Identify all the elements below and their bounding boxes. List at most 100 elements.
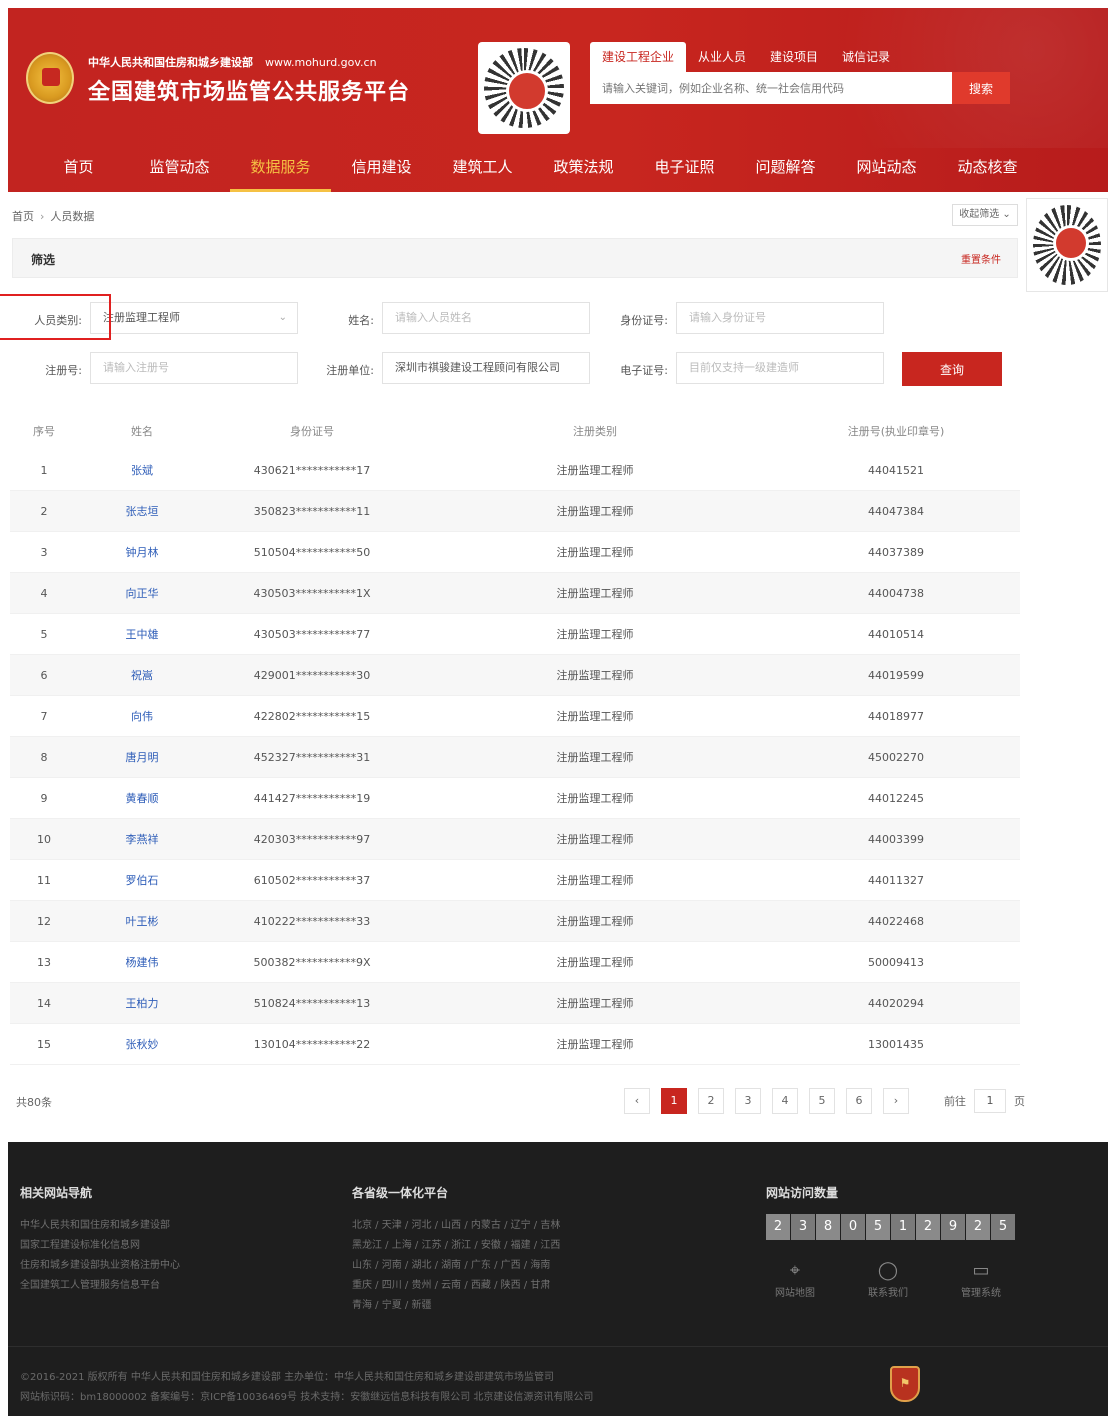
chevron-down-icon: ⌄ (1002, 209, 1011, 220)
cell-name[interactable]: 杨建伟 (78, 954, 206, 970)
cell-name[interactable]: 张斌 (78, 462, 206, 478)
cell-name[interactable]: 罗伯石 (78, 872, 206, 888)
cell-id-number: 422802***********15 (253, 709, 371, 723)
cell-name[interactable]: 向伟 (78, 708, 206, 724)
page-button-4[interactable]: 4 (772, 1088, 798, 1114)
cell-id-number: 420303***********97 (253, 832, 371, 846)
cell-name[interactable]: 王中雄 (78, 626, 206, 642)
search-tab-project[interactable]: 建设项目 (758, 42, 830, 72)
search-tab-credit[interactable]: 诚信记录 (830, 42, 902, 72)
name-input[interactable]: 请输入人员姓名 (382, 302, 590, 334)
nav-item-policy[interactable]: 政策法规 (533, 146, 634, 192)
counter-digit: 2 (916, 1214, 940, 1240)
category-select[interactable]: 注册监理工程师 ⌄ (90, 302, 298, 334)
monitor-icon: ▭ (972, 1260, 990, 1281)
id-number-input[interactable]: 请输入身份证号 (676, 302, 884, 334)
reset-filter-link[interactable]: 重置条件 (961, 251, 1001, 266)
nav-item-site-news[interactable]: 网站动态 (836, 146, 937, 192)
cell-name[interactable]: 王柏力 (78, 995, 206, 1011)
query-button[interactable]: 查询 (902, 352, 1002, 386)
cell-category: 注册监理工程师 (556, 956, 634, 969)
province-links-line[interactable]: 北京 / 天津 / 河北 / 山西 / 内蒙古 / 辽宁 / 吉林 (352, 1216, 560, 1236)
contact-us-button[interactable]: ◯ 联系我们 (853, 1260, 923, 1299)
collapse-filter-button[interactable]: 收起筛选 ⌄ (952, 204, 1018, 226)
e-cert-input[interactable]: 目前仅支持一级建造师 (676, 352, 884, 384)
site-map-button[interactable]: ⌖ 网站地图 (760, 1260, 830, 1299)
nav-item-credit[interactable]: 信用建设 (331, 146, 432, 192)
breadcrumb-current: 人员数据 (50, 210, 95, 223)
cell-name[interactable]: 唐月明 (78, 749, 206, 765)
cell-index: 2 (40, 504, 48, 518)
cell-registration-number: 50009413 (868, 955, 924, 969)
cell-name[interactable]: 向正华 (78, 585, 206, 601)
ministry-url[interactable]: www.mohurd.gov.cn (265, 56, 377, 69)
cell-id-number: 429001***********30 (253, 668, 371, 682)
nav-item-workers[interactable]: 建筑工人 (432, 146, 533, 192)
province-links-line[interactable]: 黑龙江 / 上海 / 江苏 / 浙江 / 安徽 / 福建 / 江西 (352, 1236, 560, 1256)
search-tabs: 建设工程企业 从业人员 建设项目 诚信记录 (590, 42, 1012, 72)
admin-system-button[interactable]: ▭ 管理系统 (946, 1260, 1016, 1299)
cell-category: 注册监理工程师 (556, 792, 634, 805)
prev-page-button[interactable]: ‹ (624, 1088, 650, 1114)
cell-name[interactable]: 黄春顺 (78, 790, 206, 806)
cell-id-number: 510504***********50 (253, 545, 371, 559)
chevron-down-icon: ⌄ (278, 312, 287, 323)
header-category: 注册类别 (573, 425, 617, 438)
footer-divider (8, 1346, 1108, 1347)
page-button-6[interactable]: 6 (846, 1088, 872, 1114)
registration-number-input[interactable]: 请输入注册号 (90, 352, 298, 384)
footer-link[interactable]: 全国建筑工人管理服务信息平台 (20, 1276, 180, 1296)
nav-item-data-service[interactable]: 数据服务 (230, 146, 331, 192)
header-id-number: 身份证号 (290, 425, 334, 438)
table-row: 9 黄春顺 441427***********19 注册监理工程师 44012245 (10, 778, 1020, 819)
cell-registration-number: 44037389 (868, 545, 924, 559)
page-button-2[interactable]: 2 (698, 1088, 724, 1114)
table-row: 5 王中雄 430503***********77 注册监理工程师 44010514 (10, 614, 1020, 655)
search-button[interactable]: 搜索 (952, 72, 1010, 104)
goto-label: 前往 (944, 1095, 966, 1108)
nav-item-home[interactable]: 首页 (28, 146, 129, 192)
nav-item-supervision[interactable]: 监管动态 (129, 146, 230, 192)
cell-id-number: 452327***********31 (253, 750, 371, 764)
footer-link[interactable]: 中华人民共和国住房和城乡建设部 (20, 1216, 180, 1236)
cell-index: 3 (40, 545, 48, 559)
chat-icon: ◯ (877, 1260, 899, 1281)
breadcrumb-home[interactable]: 首页 (12, 208, 34, 224)
cell-name[interactable]: 祝嵩 (78, 667, 206, 683)
province-links-line[interactable]: 重庆 / 四川 / 贵州 / 云南 / 西藏 / 陕西 / 甘肃 (352, 1276, 560, 1296)
cell-name[interactable]: 叶王彬 (78, 913, 206, 929)
footer-nav-title: 相关网站导航 (20, 1186, 93, 1200)
cell-name[interactable]: 张志垣 (78, 503, 206, 519)
cell-name[interactable]: 张秋妙 (78, 1036, 206, 1052)
search-tab-enterprise[interactable]: 建设工程企业 (590, 42, 687, 72)
page-button-5[interactable]: 5 (809, 1088, 835, 1114)
nav-item-e-cert[interactable]: 电子证照 (634, 146, 735, 192)
cell-category: 注册监理工程师 (556, 751, 634, 764)
counter-digit: 2 (966, 1214, 990, 1240)
search-tab-personnel[interactable]: 从业人员 (686, 42, 758, 72)
page-button-3[interactable]: 3 (735, 1088, 761, 1114)
province-links-line[interactable]: 青海 / 宁夏 / 新疆 (352, 1296, 560, 1316)
next-page-button[interactable]: › (883, 1088, 909, 1114)
footer-link[interactable]: 国家工程建设标准化信息网 (20, 1236, 180, 1256)
name-label: 姓名: (348, 314, 374, 327)
province-links-line[interactable]: 山东 / 河南 / 湖北 / 湖南 / 广东 / 广西 / 海南 (352, 1256, 560, 1276)
cell-category: 注册监理工程师 (556, 874, 634, 887)
footer-link[interactable]: 住房和城乡建设部执业资格注册中心 (20, 1256, 180, 1276)
government-badge-icon[interactable]: ⚑ (890, 1366, 920, 1402)
main-nav: 首页 监管动态 数据服务 信用建设 建筑工人 政策法规 电子证照 问题解答 网站… (8, 146, 1108, 192)
goto-page-input[interactable]: 1 (974, 1089, 1006, 1113)
cell-index: 8 (40, 750, 48, 764)
copyright-line-2: 网站标识码：bm18000002 备案编号：京ICP备10036469号 技术支… (20, 1392, 594, 1403)
search-input[interactable] (590, 72, 952, 104)
ministry-name: 中华人民共和国住房和城乡建设部 (88, 56, 253, 69)
cell-name[interactable]: 李燕祥 (78, 831, 206, 847)
page-button-1[interactable]: 1 (661, 1088, 687, 1114)
registration-unit-input[interactable]: 深圳市祺骏建设工程顾问有限公司 (382, 352, 590, 384)
header-index: 序号 (33, 425, 55, 438)
cell-name[interactable]: 钟月林 (78, 544, 206, 560)
cell-id-number: 430621***********17 (253, 463, 371, 477)
filter-header: 筛选 重置条件 (12, 238, 1018, 278)
nav-item-verification[interactable]: 动态核查 (937, 146, 1038, 192)
nav-item-faq[interactable]: 问题解答 (735, 146, 836, 192)
